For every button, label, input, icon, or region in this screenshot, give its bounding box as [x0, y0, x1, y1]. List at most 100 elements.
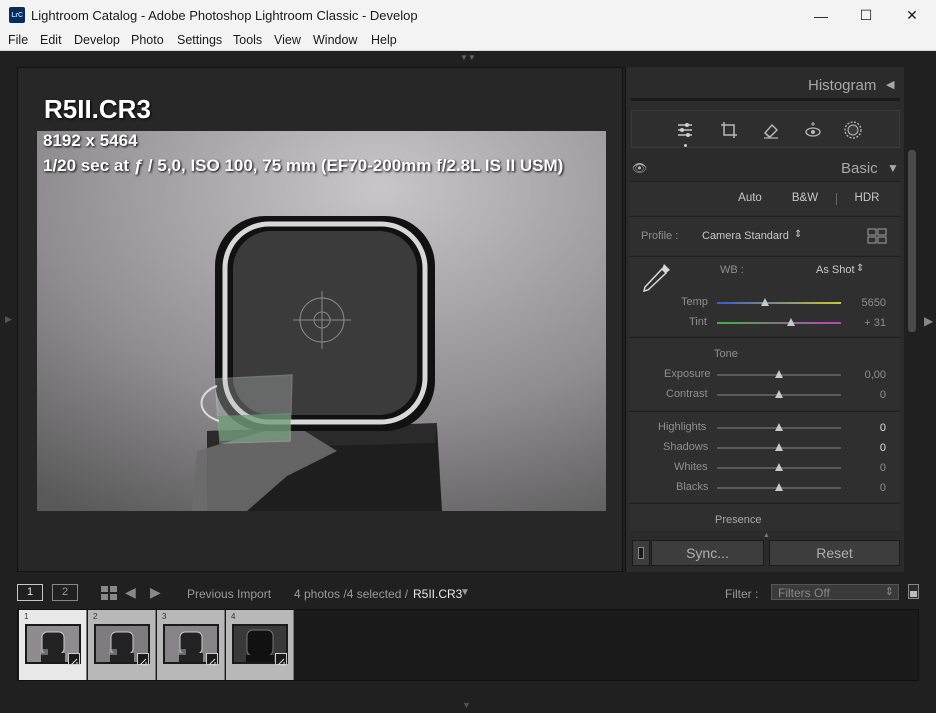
source-label[interactable]: Previous Import [187, 587, 271, 601]
masking-icon[interactable] [842, 119, 864, 141]
whites-slider-thumb[interactable] [775, 463, 783, 471]
current-photo-name[interactable]: R5II.CR3 [413, 587, 462, 601]
main-window-button[interactable]: 1 [17, 584, 43, 601]
sync-button[interactable]: Sync... [651, 540, 764, 566]
shadows-label: Shadows [663, 441, 709, 453]
auto-button[interactable]: Auto [733, 192, 767, 204]
blacks-slider-thumb[interactable] [775, 483, 783, 491]
maximize-button[interactable]: ☐ [843, 0, 889, 31]
tint-slider-thumb[interactable] [787, 318, 796, 326]
wb-dropdown-arrows-icon[interactable]: ⇕ [856, 263, 864, 274]
minimize-button[interactable]: — [798, 0, 844, 31]
right-panel-scrollbar[interactable] [908, 150, 916, 332]
blacks-slider[interactable] [717, 483, 841, 491]
menu-window[interactable]: Window [313, 33, 357, 47]
exposure-slider-thumb[interactable] [775, 370, 783, 378]
tint-slider[interactable] [717, 318, 841, 326]
profile-dropdown[interactable]: Camera Standard [702, 230, 789, 242]
highlights-slider-thumb[interactable] [775, 423, 783, 431]
edited-badge-icon[interactable] [137, 653, 149, 666]
blacks-value[interactable]: 0 [854, 482, 886, 494]
current-photo-dropdown-icon[interactable]: ▼ [460, 587, 470, 598]
exposure-value[interactable]: 0,00 [854, 369, 886, 381]
blacks-label: Blacks [676, 481, 709, 493]
temp-label: Temp [681, 296, 708, 308]
menu-settings[interactable]: Settings [177, 33, 222, 47]
basic-visibility-eye-icon[interactable]: 👁 [632, 161, 647, 175]
wb-eyedropper-icon[interactable] [640, 261, 674, 298]
edited-badge-icon[interactable] [68, 653, 80, 666]
filter-lock-switch[interactable] [908, 584, 919, 599]
contrast-slider-thumb[interactable] [775, 390, 783, 398]
filmstrip-thumbnail[interactable]: 2 [88, 610, 156, 680]
menu-view[interactable]: View [274, 33, 301, 47]
menu-tools[interactable]: Tools [233, 33, 262, 47]
bw-button[interactable]: B&W [785, 192, 825, 204]
filmstrip-thumbnail[interactable]: 1 [19, 610, 87, 680]
lightroom-app-icon: LrC [9, 7, 25, 23]
edited-badge-icon[interactable] [206, 653, 218, 666]
whites-label: Whites [674, 461, 708, 473]
healing-eraser-icon[interactable] [760, 119, 782, 141]
menu-help[interactable]: Help [371, 33, 397, 47]
whites-value[interactable]: 0 [854, 462, 886, 474]
left-panel-toggle-icon[interactable]: ▶ [5, 314, 12, 325]
filmstrip-thumbnail[interactable]: 3 [157, 610, 225, 680]
highlights-slider[interactable] [717, 423, 841, 431]
menu-develop[interactable]: Develop [74, 33, 120, 47]
grid-view-icon[interactable] [101, 586, 117, 605]
forward-arrow-icon[interactable]: ▶ [150, 584, 161, 601]
photo-count: 4 photos /4 selected / [294, 587, 409, 601]
shadows-slider-thumb[interactable] [775, 443, 783, 451]
histogram-divider [631, 98, 900, 101]
filmstrip-thumbnail[interactable]: 4 [226, 610, 294, 680]
histogram-collapse-icon[interactable]: ◀ [886, 78, 894, 91]
wb-dropdown[interactable]: As Shot [816, 264, 855, 276]
basic-panel-header[interactable]: Basic [841, 160, 878, 177]
highlights-value[interactable]: 0 [854, 422, 886, 434]
shadows-value[interactable]: 0 [854, 442, 886, 454]
thumbnail-number: 3 [162, 612, 167, 621]
photo-filename: R5II.CR3 [44, 94, 151, 124]
back-arrow-icon[interactable]: ◀ [125, 584, 136, 601]
filter-dropdown[interactable]: Filters Off ⇕ [771, 584, 899, 600]
button-divider [836, 193, 837, 205]
contrast-slider[interactable] [717, 390, 841, 398]
edited-badge-icon[interactable] [275, 653, 287, 666]
photo-dimensions: 8192 x 5464 [43, 131, 138, 150]
hdr-button[interactable]: HDR [848, 192, 886, 204]
exposure-slider[interactable] [717, 370, 841, 378]
menu-photo[interactable]: Photo [131, 33, 164, 47]
temp-slider-thumb[interactable] [761, 298, 770, 306]
contrast-value[interactable]: 0 [854, 389, 886, 401]
menu-file[interactable]: File [8, 33, 28, 47]
sync-toggle-switch[interactable] [632, 540, 650, 566]
profile-browser-grid-icon[interactable] [867, 228, 887, 249]
filter-dropdown-arrows-icon: ⇕ [884, 586, 894, 598]
highlights-label: Highlights [658, 421, 707, 433]
basic-collapse-icon[interactable]: ▼ [887, 161, 899, 175]
red-eye-icon[interactable] [802, 119, 824, 141]
bottom-panel-toggle-icon[interactable]: ▼ [462, 700, 471, 710]
thumbnail-number: 2 [93, 612, 98, 621]
tint-value[interactable]: + 31 [854, 317, 886, 329]
profile-label: Profile : [641, 230, 679, 242]
photo-image[interactable] [37, 131, 606, 511]
menu-edit[interactable]: Edit [40, 33, 62, 47]
crop-icon[interactable] [718, 119, 740, 141]
tint-label: Tint [689, 316, 707, 328]
top-panel-toggle-icon[interactable]: ▼▼ [460, 54, 476, 62]
right-panel-toggle-icon[interactable]: ▶ [924, 314, 933, 328]
profile-dropdown-arrows-icon[interactable]: ⇕ [794, 229, 802, 240]
reset-button[interactable]: Reset [769, 540, 900, 566]
histogram-header[interactable]: Histogram [808, 77, 876, 94]
exposure-label: Exposure [664, 368, 711, 380]
whites-slider[interactable] [717, 463, 841, 471]
temp-value[interactable]: 5650 [854, 297, 886, 309]
window-title: Lightroom Catalog - Adobe Photoshop Ligh… [31, 8, 418, 23]
secondary-window-button[interactable]: 2 [52, 584, 78, 601]
close-button[interactable]: ✕ [889, 0, 935, 31]
edit-sliders-icon[interactable] [674, 119, 696, 141]
temp-slider[interactable] [717, 298, 841, 306]
shadows-slider[interactable] [717, 443, 841, 451]
